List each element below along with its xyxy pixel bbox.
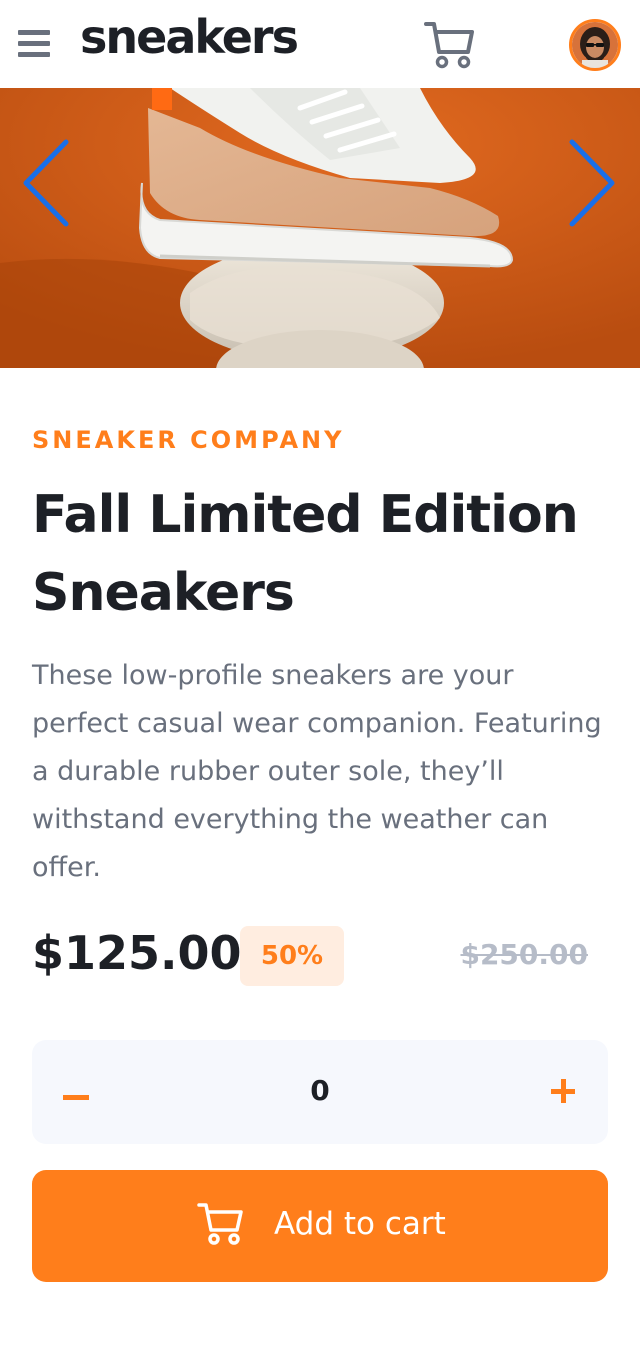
quantity-stepper: 0 <box>32 1040 608 1144</box>
user-avatar[interactable] <box>569 19 621 71</box>
add-to-cart-button[interactable]: Add to cart <box>32 1170 608 1282</box>
sneaker-product-photo <box>0 88 640 368</box>
cart-icon <box>196 1200 246 1248</box>
product-description: These low-profile sneakers are your perf… <box>32 660 602 883</box>
original-price: $250.00 <box>460 938 588 971</box>
product-details: SNEAKER COMPANY Fall Limited Edition Sne… <box>0 426 640 1282</box>
current-price: $125.00 <box>32 926 242 980</box>
logo[interactable]: sneakers <box>80 10 299 64</box>
product-gallery <box>0 88 640 368</box>
hamburger-menu-icon[interactable] <box>18 30 52 64</box>
cart-icon[interactable] <box>422 18 476 72</box>
discount-badge: 50% <box>240 926 344 986</box>
add-to-cart-label: Add to cart <box>274 1206 446 1242</box>
chevron-left-icon[interactable] <box>14 138 74 228</box>
plus-icon[interactable] <box>546 1074 580 1108</box>
chevron-right-icon[interactable] <box>562 138 622 228</box>
site-header: sneakers <box>0 0 640 88</box>
price-row: $125.00 50% $250.00 <box>32 922 608 992</box>
company-label: SNEAKER COMPANY <box>32 426 345 454</box>
quantity-value: 0 <box>310 1074 330 1107</box>
product-title: Fall Limited Edition Sneakers <box>32 485 579 623</box>
